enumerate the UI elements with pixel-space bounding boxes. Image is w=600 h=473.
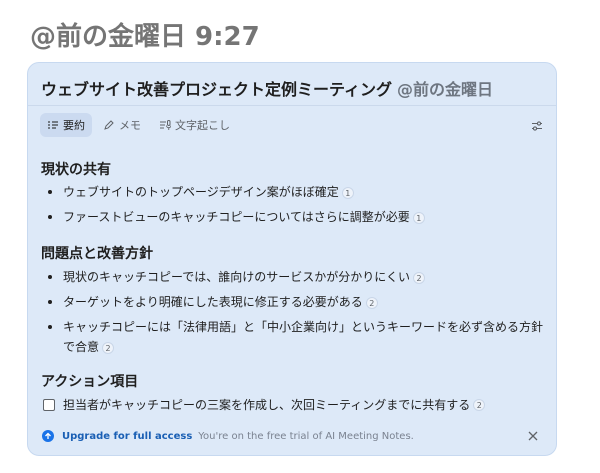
meeting-date-mention[interactable]: @前の金曜日 [397, 80, 493, 99]
tab-summary[interactable]: 要約 [40, 113, 92, 137]
action-item-checkbox[interactable] [43, 398, 55, 411]
bullet-text: ターゲットをより明確にした表現に修正する必要がある [63, 295, 363, 309]
upgrade-link[interactable]: Upgrade for full access [62, 431, 192, 442]
citation-badge[interactable]: 1 [412, 211, 425, 224]
section-title-action-items: アクション項目 [41, 374, 139, 390]
section-title-issues: 問題点と改善方針 [41, 246, 153, 262]
list-item: ウェブサイトのトップページデザイン案がほぼ確定 1 [48, 182, 548, 202]
citation-badge[interactable]: 2 [413, 271, 426, 284]
title-divider [28, 105, 556, 106]
section-title-status: 現状の共有 [41, 162, 111, 178]
upgrade-banner: Upgrade for full access You're on the fr… [42, 427, 542, 445]
list-item: ターゲットをより明確にした表現に修正する必要がある 2 [48, 292, 548, 312]
list-item: キャッチコピーには「法律用語」と「中小企業向け」というキーワードを必ず含める方針… [48, 317, 544, 357]
bullet-dot [48, 325, 52, 329]
bullet-dot [48, 275, 52, 279]
action-item: 担当者がキャッチコピーの三案を作成し、次回ミーティングまでに共有する 2 [43, 396, 486, 413]
citation-badge[interactable]: 2 [102, 341, 115, 354]
list-item: ファーストビューのキャッチコピーについてはさらに調整が必要 1 [48, 207, 548, 227]
card-title: ウェブサイト改善プロジェクト定例ミーティング @前の金曜日 [41, 76, 493, 100]
meeting-title: ウェブサイト改善プロジェクト定例ミーティング [41, 80, 393, 99]
bullet-text: 現状のキャッチコピーでは、誰向けのサービスかが分かりにくい [63, 270, 411, 284]
summary-list-icon [48, 121, 58, 129]
citation-badge[interactable]: 2 [365, 296, 378, 309]
transcript-icon [160, 120, 171, 130]
bullet-dot [48, 190, 52, 194]
pencil-icon [104, 120, 114, 130]
tab-notes-label: メモ [119, 119, 141, 132]
close-icon[interactable] [526, 429, 540, 443]
sliders-settings-icon[interactable] [530, 119, 544, 133]
action-item-text: 担当者がキャッチコピーの三案を作成し、次回ミーティングまでに共有する [63, 398, 471, 412]
arrow-up-circle-icon [42, 430, 54, 442]
trial-note: You're on the free trial of AI Meeting N… [198, 430, 414, 442]
citation-badge[interactable]: 1 [341, 186, 354, 199]
tab-transcript-label: 文字起こし [175, 119, 230, 132]
tab-transcript[interactable]: 文字起こし [152, 113, 237, 137]
bullet-text: ファーストビューのキャッチコピーについてはさらに調整が必要 [63, 210, 410, 224]
view-tabs: 要約 メモ 文字起こし [40, 113, 237, 137]
page-heading: @前の金曜日 9:27 [30, 22, 260, 52]
meeting-notes-card: ウェブサイト改善プロジェクト定例ミーティング @前の金曜日 要約 メモ 文字起こし… [27, 62, 557, 456]
tab-summary-label: 要約 [63, 119, 85, 132]
bullet-dot [48, 215, 52, 219]
bullet-text: キャッチコピーには「法律用語」と「中小企業向け」というキーワードを必ず含める方針… [63, 320, 544, 354]
citation-badge[interactable]: 2 [473, 398, 486, 411]
bullet-dot [48, 300, 52, 304]
list-item: 現状のキャッチコピーでは、誰向けのサービスかが分かりにくい 2 [48, 267, 548, 287]
tab-notes[interactable]: メモ [96, 113, 148, 137]
bullet-text: ウェブサイトのトップページデザイン案がほぼ確定 [63, 185, 339, 199]
